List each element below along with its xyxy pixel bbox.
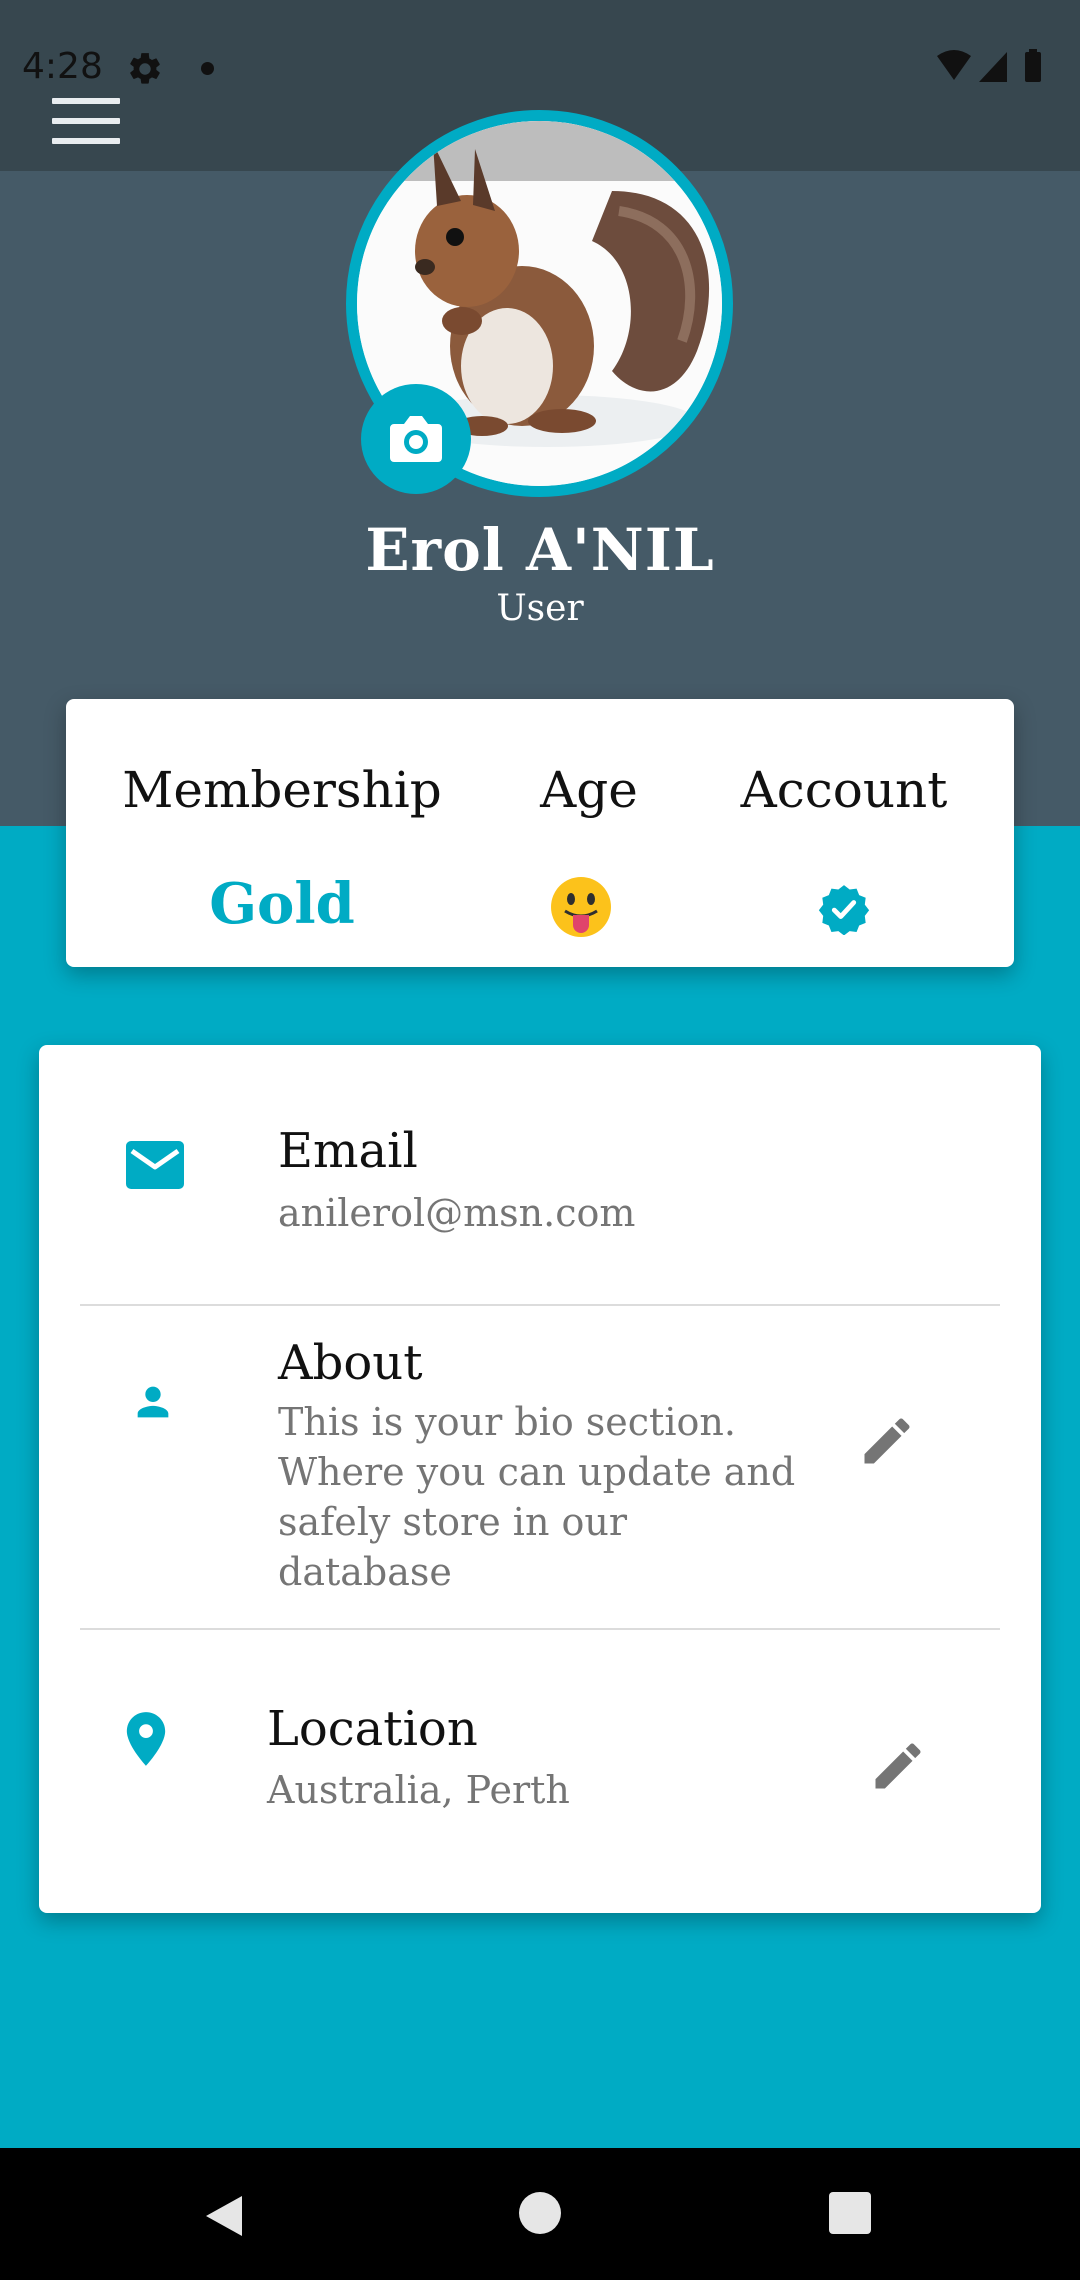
membership-label: Membership <box>122 761 442 819</box>
email-icon <box>126 1141 184 1189</box>
about-title: About <box>278 1335 423 1391</box>
divider <box>80 1628 1000 1630</box>
location-pin-icon <box>126 1712 166 1766</box>
about-value: This is your bio section. Where you can … <box>278 1400 796 1594</box>
stats-card: Membership Age Account Gold <box>66 699 1014 967</box>
system-status-icons <box>937 49 1041 82</box>
settings-gear-icon <box>130 53 160 84</box>
email-title: Email <box>278 1123 418 1179</box>
verified-badge-icon <box>818 885 870 935</box>
back-triangle-icon[interactable] <box>200 2192 248 2240</box>
status-time: 4:28 <box>22 46 103 87</box>
wifi-icon <box>937 50 971 80</box>
edit-location-button[interactable] <box>868 1736 928 1796</box>
membership-value: Gold <box>209 871 355 937</box>
email-value: anilerol@msn.com <box>278 1191 636 1235</box>
change-photo-button[interactable] <box>361 384 471 494</box>
menu-hamburger-icon[interactable] <box>52 98 120 146</box>
divider <box>80 1304 1000 1306</box>
account-label: Account <box>740 761 948 819</box>
tongue-out-emoji-icon <box>551 877 611 937</box>
notification-dot-icon <box>201 62 214 75</box>
home-circle-icon[interactable] <box>519 2192 561 2234</box>
cellular-signal-icon <box>979 52 1007 82</box>
navigation-bar <box>0 2148 1080 2280</box>
recent-apps-square-icon[interactable] <box>829 2192 871 2234</box>
profile-role: User <box>496 588 584 629</box>
profile-name: Erol A'NIL <box>365 516 715 584</box>
edit-about-button[interactable] <box>857 1411 917 1471</box>
battery-icon <box>1025 52 1041 82</box>
location-title: Location <box>267 1701 478 1757</box>
camera-icon <box>390 416 442 462</box>
location-value: Australia, Perth <box>267 1768 570 1812</box>
info-card: Email anilerol@msn.com About This is you… <box>39 1045 1041 1913</box>
age-label: Age <box>540 761 638 819</box>
person-icon <box>137 1386 169 1418</box>
